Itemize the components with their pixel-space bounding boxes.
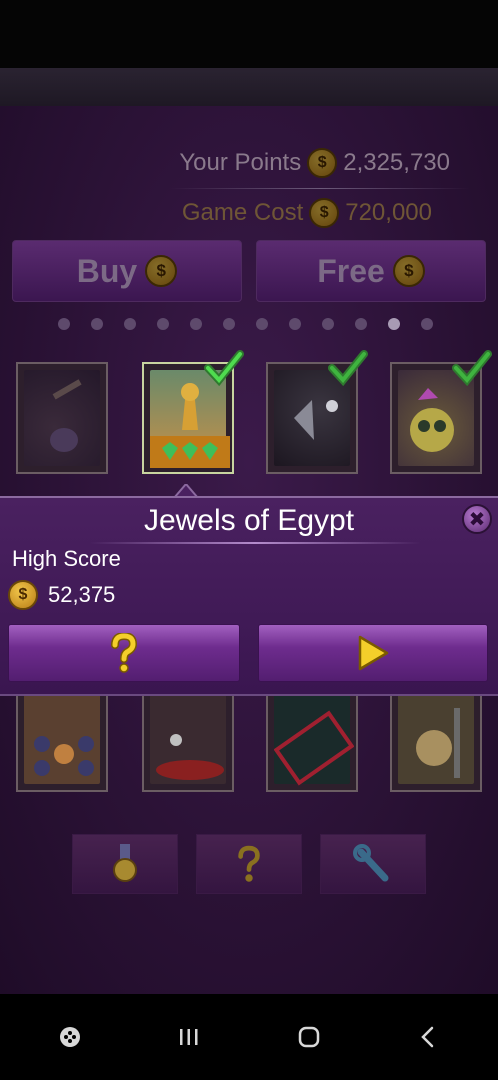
recents-button[interactable] [169, 1017, 209, 1057]
play-button[interactable] [258, 624, 488, 682]
page-dot-active[interactable] [388, 318, 400, 330]
header-strip [0, 68, 498, 106]
game-info-popup: Jewels of Egypt ✖ High Score $ 52,375 [0, 496, 498, 696]
buy-label: Buy [76, 252, 138, 289]
coin-icon: $ [8, 580, 38, 610]
coin-icon: $ [309, 198, 340, 228]
page-dot[interactable] [223, 318, 235, 330]
page-dot[interactable] [58, 318, 70, 330]
question-icon [238, 845, 260, 882]
high-score-label: High Score [12, 546, 121, 571]
high-score-value: 52,375 [48, 582, 116, 607]
page-dot[interactable] [256, 318, 268, 330]
back-button[interactable] [408, 1017, 448, 1057]
game-thumbnail [273, 688, 355, 786]
game-thumbnail [398, 688, 474, 784]
page-dot[interactable] [355, 318, 367, 330]
home-button[interactable] [289, 1017, 329, 1057]
divider [170, 188, 470, 189]
game-card[interactable] [266, 680, 358, 792]
status-bar [0, 0, 498, 68]
page-dot[interactable] [421, 318, 433, 330]
page-dot[interactable] [91, 318, 103, 330]
wrench-icon [353, 844, 389, 882]
game-thumbnail [150, 688, 226, 784]
back-icon [421, 1026, 434, 1048]
title-underline [90, 542, 420, 544]
game-cost-label: Game Cost [181, 199, 304, 226]
settings-button[interactable] [320, 834, 426, 894]
page-dot[interactable] [157, 318, 169, 330]
your-points-row: Your Points $ 2,325,730 [179, 148, 450, 178]
page-dot[interactable] [322, 318, 334, 330]
game-launcher-button[interactable] [50, 1017, 90, 1057]
check-icon [328, 350, 368, 386]
check-icon [204, 350, 244, 386]
game-cost-value: 720,000 [345, 199, 432, 226]
free-label: Free [317, 252, 385, 289]
page-dot[interactable] [124, 318, 136, 330]
high-score-row: $ 52,375 [8, 580, 115, 610]
popup-title: Jewels of Egypt [143, 504, 355, 537]
your-points-value: 2,325,730 [343, 149, 450, 176]
coin-icon: $ [392, 255, 425, 287]
page-dot[interactable] [289, 318, 301, 330]
page-indicator [58, 318, 433, 330]
game-card[interactable] [16, 680, 108, 792]
buy-button[interactable]: Buy $ [12, 240, 242, 302]
page-dot[interactable] [190, 318, 202, 330]
your-points-label: Your Points [179, 149, 302, 176]
game-card[interactable] [16, 362, 108, 474]
home-icon [298, 1026, 319, 1048]
close-icon: ✖ [468, 508, 486, 531]
medal-icon [113, 844, 137, 882]
help-button[interactable] [8, 624, 240, 682]
gamepad-icon [59, 1027, 80, 1047]
recents-icon [180, 1029, 198, 1045]
coin-icon: $ [307, 148, 338, 178]
close-button[interactable]: ✖ [462, 504, 492, 534]
game-card[interactable] [390, 680, 482, 792]
help-menu-button[interactable] [196, 834, 302, 894]
achievements-button[interactable] [72, 834, 178, 894]
play-icon [358, 635, 389, 671]
free-button[interactable]: Free $ [256, 240, 486, 302]
game-thumbnail [24, 370, 100, 466]
game-card[interactable] [142, 680, 234, 792]
coin-icon: $ [145, 255, 178, 287]
game-cost-row: Game Cost $ 720,000 [182, 198, 432, 228]
system-nav-bar [0, 994, 498, 1080]
game-thumbnail [24, 688, 100, 784]
question-icon [111, 633, 138, 673]
check-icon [452, 350, 492, 386]
